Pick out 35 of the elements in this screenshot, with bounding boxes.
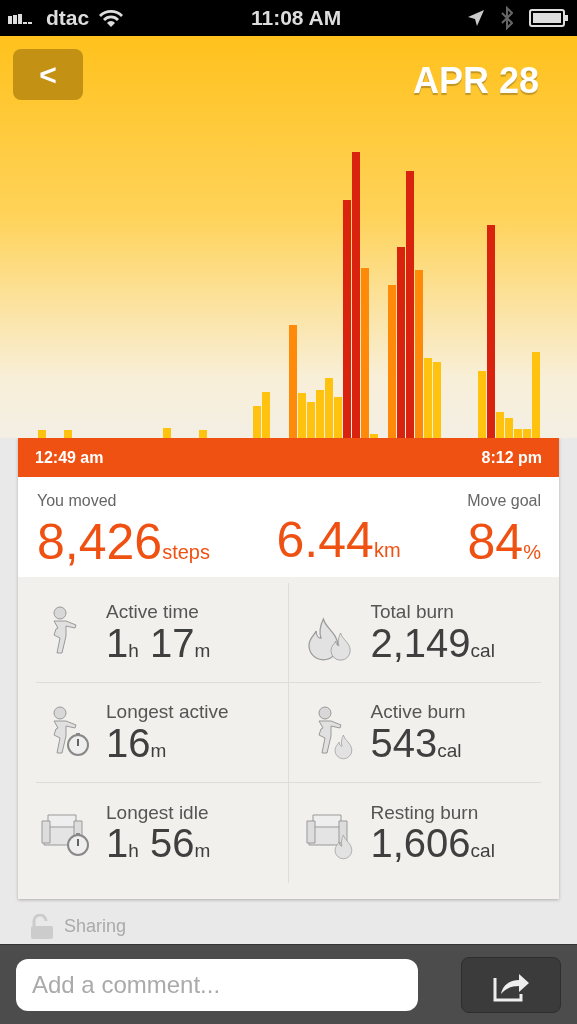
chart-bar	[38, 430, 46, 438]
summary-label: You moved	[37, 491, 117, 511]
back-button[interactable]: <	[13, 49, 83, 100]
stat-value: 1h 17m	[106, 622, 211, 663]
summary-value: 8,426steps	[37, 517, 210, 567]
stat-value: 2,149cal	[370, 622, 495, 663]
unlocked-padlock-icon	[30, 913, 56, 940]
summary-value: 84%	[467, 517, 541, 567]
stat-label: Total burn	[370, 602, 455, 623]
stat-label: Active burn	[370, 702, 466, 723]
share-button[interactable]	[461, 956, 561, 1013]
bluetooth-icon	[501, 6, 513, 30]
battery-icon	[529, 9, 569, 27]
end-time: 8:12 pm	[481, 447, 542, 468]
stat-value: 543cal	[370, 722, 463, 763]
stat-value: 16m	[106, 722, 167, 763]
stat-value: 1h 56m	[106, 823, 211, 864]
stat-label: Active time	[106, 602, 200, 623]
summary-value: 6.44km	[276, 515, 401, 570]
stat-value: 1,606cal	[370, 823, 495, 864]
chart-bar	[163, 428, 171, 438]
date-title: APR 28	[412, 59, 539, 103]
carrier-name: dtac	[46, 5, 90, 32]
comment-field[interactable]: Add a comment...	[16, 958, 418, 1011]
chart-bar	[64, 430, 72, 438]
stat-label: Longest active	[106, 702, 229, 723]
chart-bar	[199, 430, 207, 438]
stat-label: Longest idle	[106, 802, 210, 824]
start-time: 12:49 am	[35, 447, 104, 468]
wifi-icon	[97, 7, 126, 29]
status-time: 11:08 AM	[250, 6, 342, 30]
sharing-label: Sharing	[64, 915, 127, 938]
summary-label: Move goal	[467, 491, 541, 511]
location-icon	[467, 9, 485, 27]
stat-label: Resting burn	[370, 802, 480, 824]
